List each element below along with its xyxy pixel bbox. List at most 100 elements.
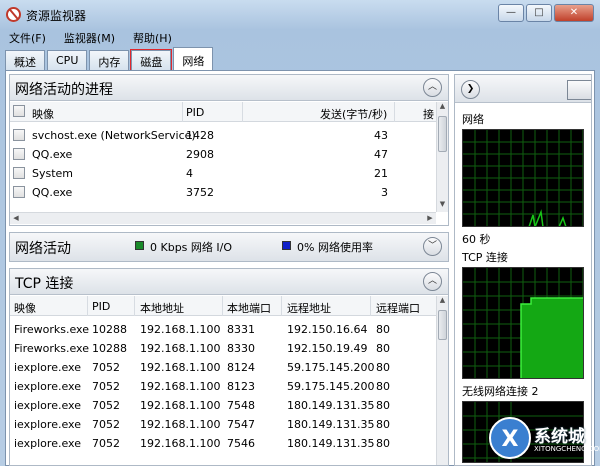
tcp-local-port: 8331 <box>227 323 255 336</box>
tab-cpu[interactable]: CPU <box>47 50 88 70</box>
processes-title: 网络活动的进程 <box>15 82 113 98</box>
graph-pane-header: ❯ <box>455 75 591 103</box>
col-pid[interactable]: PID <box>92 300 110 313</box>
col-remote-address[interactable]: 远程地址 <box>287 300 331 316</box>
table-row[interactable]: iexplore.exe 7052 192.168.1.100 7548 180… <box>10 396 436 415</box>
table-row[interactable]: QQ.exe 2908 47 <box>10 145 436 164</box>
tcp-connections-graph <box>462 267 584 379</box>
table-row[interactable]: iexplore.exe 7052 192.168.1.100 7546 180… <box>10 434 436 453</box>
table-row[interactable]: svchost.exe (NetworkService) 1428 43 <box>10 126 436 145</box>
resource-monitor-window: 资源监视器 — □ ✕ 文件(F) 监视器(M) 帮助(H) 概述 CPU 内存… <box>0 0 600 466</box>
col-divider <box>281 296 282 316</box>
process-checkbox[interactable] <box>13 148 25 160</box>
table-row[interactable]: QQ.exe 3752 3 <box>10 183 436 202</box>
network-activity-header[interactable]: 网络活动 0 Kbps 网络 I/O 0% 网络使用率 ﹀ <box>10 233 448 261</box>
col-pid[interactable]: PID <box>186 106 204 119</box>
close-button[interactable]: ✕ <box>554 4 594 22</box>
watermark-logo: X 系统城 XITONGCHENG.COM <box>488 412 600 464</box>
table-row[interactable]: iexplore.exe 7052 192.168.1.100 8123 59.… <box>10 377 436 396</box>
process-checkbox[interactable] <box>13 167 25 179</box>
table-row[interactable]: iexplore.exe 7052 192.168.1.100 7547 180… <box>10 415 436 434</box>
process-pid: 2908 <box>186 148 214 161</box>
graph-pane: ❯ 网络 60 秒 TCP 连接 无线网络连接 2 <box>454 74 592 466</box>
minimize-button[interactable]: — <box>498 4 524 22</box>
tab-overview[interactable]: 概述 <box>5 50 45 70</box>
processes-vertical-scrollbar[interactable]: ▲ ▼ <box>436 102 448 212</box>
tcp-pid: 7052 <box>92 380 120 393</box>
tcp-graph-label: TCP 连接 <box>462 251 508 264</box>
table-row[interactable]: iexplore.exe 7052 192.168.1.100 8124 59.… <box>10 358 436 377</box>
col-image[interactable]: 映像 <box>14 300 36 316</box>
process-image: QQ.exe <box>32 186 73 199</box>
scroll-thumb[interactable] <box>438 310 447 340</box>
processes-column-header: 映像 PID 发送(字节/秒) 接 <box>10 102 436 122</box>
process-checkbox[interactable] <box>13 186 25 198</box>
tab-memory[interactable]: 内存 <box>89 50 130 70</box>
process-checkbox[interactable] <box>13 129 25 141</box>
tab-disk[interactable]: 磁盘 <box>130 49 173 71</box>
tcp-image: Fireworks.exe <box>14 342 89 355</box>
scroll-thumb[interactable] <box>438 116 447 152</box>
tcp-local-address: 192.168.1.100 <box>140 437 221 450</box>
processes-header[interactable]: 网络活动的进程 ︿ <box>10 75 448 101</box>
menu-help[interactable]: 帮助(H) <box>124 28 181 46</box>
maximize-button[interactable]: □ <box>526 4 552 22</box>
tcp-column-header: 映像 PID 本地地址 本地端口 远程地址 远程端口 <box>10 296 436 316</box>
tcp-image: Fireworks.exe <box>14 323 89 336</box>
col-local-address[interactable]: 本地地址 <box>140 300 184 316</box>
table-row[interactable]: System 4 21 <box>10 164 436 183</box>
process-image: svchost.exe (NetworkService) <box>32 129 196 142</box>
process-pid: 4 <box>186 167 193 180</box>
wireless-connection-label: 无线网络连接 2 <box>462 385 539 398</box>
network-usage-legend-icon <box>282 241 291 250</box>
tcp-pid: 10288 <box>92 323 127 336</box>
tcp-local-port: 7546 <box>227 437 255 450</box>
col-send[interactable]: 发送(字节/秒) <box>320 106 387 122</box>
tcp-local-address: 192.168.1.100 <box>140 399 221 412</box>
process-pid: 1428 <box>186 129 214 142</box>
col-local-port[interactable]: 本地端口 <box>227 300 271 316</box>
tcp-local-port: 8330 <box>227 342 255 355</box>
processes-select-all-checkbox[interactable] <box>13 105 25 117</box>
menu-monitor[interactable]: 监视器(M) <box>55 28 124 46</box>
network-activity-expand-button[interactable]: ﹀ <box>423 237 442 256</box>
col-receive[interactable]: 接 <box>423 106 434 122</box>
scroll-up-icon[interactable]: ▲ <box>437 102 448 114</box>
processes-section: 网络活动的进程 ︿ 映像 PID 发送(字节/秒) 接 svchost.exe … <box>9 74 449 226</box>
tcp-image: iexplore.exe <box>14 399 81 412</box>
table-row[interactable]: Fireworks.exe 10288 192.168.1.100 8331 1… <box>10 320 436 339</box>
watermark-brand: 系统城 <box>534 427 585 447</box>
watermark-site: XITONGCHENG.COM <box>534 445 600 453</box>
tcp-header[interactable]: TCP 连接 ︿ <box>10 269 448 295</box>
tcp-graph-svg <box>463 268 583 378</box>
tab-network[interactable]: 网络 <box>173 47 214 70</box>
views-dropdown-button[interactable] <box>567 80 591 100</box>
col-image[interactable]: 映像 <box>32 106 54 122</box>
tcp-title: TCP 连接 <box>15 276 74 292</box>
col-divider <box>222 296 223 316</box>
tab-strip: 概述 CPU 内存 磁盘 网络 <box>5 47 215 71</box>
col-divider <box>370 296 371 316</box>
scroll-left-icon[interactable]: ◀ <box>10 213 22 224</box>
title-bar[interactable]: 资源监视器 — □ ✕ <box>0 0 600 28</box>
tcp-vertical-scrollbar[interactable]: ▲ <box>436 296 448 465</box>
scroll-right-icon[interactable]: ▶ <box>424 213 436 224</box>
scroll-up-icon[interactable]: ▲ <box>437 296 448 308</box>
processes-horizontal-scrollbar[interactable]: ◀ ▶ <box>10 212 436 224</box>
tcp-pid: 7052 <box>92 361 120 374</box>
tcp-remote-port: 80 <box>376 437 390 450</box>
tcp-remote-port: 80 <box>376 418 390 431</box>
svg-text:X: X <box>502 427 519 452</box>
col-divider <box>87 296 88 316</box>
processes-collapse-button[interactable]: ︿ <box>423 78 442 97</box>
table-row[interactable]: Fireworks.exe 10288 192.168.1.100 8330 1… <box>10 339 436 358</box>
col-remote-port[interactable]: 远程端口 <box>376 300 420 316</box>
scroll-down-icon[interactable]: ▼ <box>437 200 448 212</box>
tcp-remote-port: 80 <box>376 380 390 393</box>
tcp-pid: 7052 <box>92 399 120 412</box>
network-usage-label: 0% 网络使用率 <box>297 241 373 254</box>
tcp-image: iexplore.exe <box>14 418 81 431</box>
menu-file[interactable]: 文件(F) <box>0 28 55 46</box>
tcp-collapse-button[interactable]: ︿ <box>423 272 442 291</box>
chevron-right-icon[interactable]: ❯ <box>461 80 480 99</box>
